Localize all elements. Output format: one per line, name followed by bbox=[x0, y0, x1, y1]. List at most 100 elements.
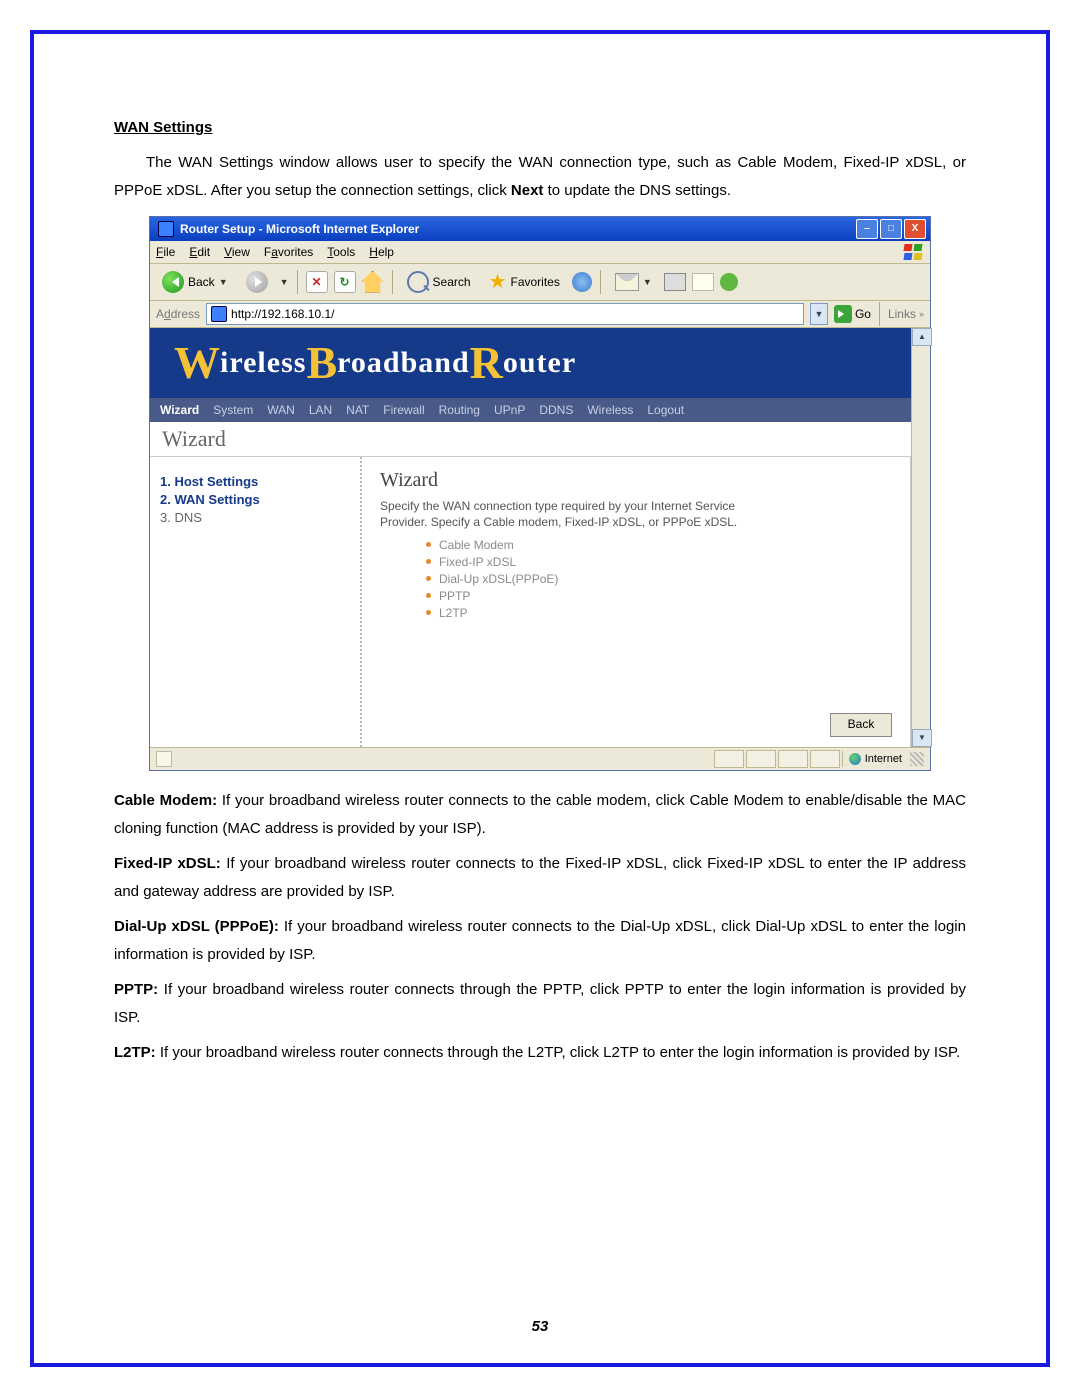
banner-w: W bbox=[174, 336, 220, 389]
intro-paragraph: The WAN Settings window allows user to s… bbox=[114, 149, 966, 206]
ie-icon bbox=[158, 221, 174, 237]
cable-modem-paragraph: Cable Modem: If your broadband wireless … bbox=[114, 787, 966, 844]
minimize-button[interactable]: – bbox=[856, 219, 878, 239]
address-input[interactable]: http://192.168.10.1/ bbox=[206, 303, 804, 325]
chevron-down-icon[interactable]: ▼ bbox=[280, 277, 289, 287]
wizard-steps: 1. Host Settings 2. WAN Settings 3. DNS bbox=[150, 457, 362, 747]
cable-modem-label: Cable Modem: bbox=[114, 792, 217, 809]
refresh-button[interactable]: ↻ bbox=[334, 271, 356, 293]
fixed-ip-label: Fixed-IP xDSL: bbox=[114, 855, 221, 872]
status-bar: Internet bbox=[150, 747, 930, 770]
opt-cable-modem[interactable]: Cable Modem bbox=[426, 538, 892, 552]
banner-b: B bbox=[306, 336, 337, 389]
maximize-button[interactable]: □ bbox=[880, 219, 902, 239]
scroll-down-icon[interactable]: ▼ bbox=[912, 729, 932, 747]
mail-button[interactable]: ▼ bbox=[609, 271, 658, 293]
go-icon bbox=[834, 305, 852, 323]
links-button[interactable]: Links » bbox=[888, 307, 924, 321]
forward-icon bbox=[246, 271, 268, 293]
nav-logout[interactable]: Logout bbox=[647, 403, 684, 417]
favorites-button[interactable]: ★ Favorites bbox=[483, 267, 566, 296]
menu-view[interactable]: View bbox=[224, 245, 250, 259]
messenger-icon[interactable] bbox=[720, 273, 738, 291]
resize-grip-icon[interactable] bbox=[910, 752, 924, 766]
bullet-icon bbox=[426, 593, 431, 598]
chevron-down-icon: ▼ bbox=[643, 277, 652, 287]
cable-modem-text: If your broadband wireless router connec… bbox=[114, 792, 966, 838]
router-nav: Wizard System WAN LAN NAT Firewall Routi… bbox=[150, 398, 911, 422]
l2tp-paragraph: L2TP: If your broadband wireless router … bbox=[114, 1039, 966, 1068]
links-label: Links bbox=[888, 307, 916, 321]
nav-wizard[interactable]: Wizard bbox=[160, 403, 199, 417]
bullet-icon bbox=[426, 576, 431, 581]
nav-upnp[interactable]: UPnP bbox=[494, 403, 525, 417]
opt-pptp[interactable]: PPTP bbox=[426, 589, 892, 603]
bullet-icon bbox=[426, 542, 431, 547]
status-internet-label: Internet bbox=[865, 753, 902, 765]
favorites-label: Favorites bbox=[511, 275, 560, 289]
nav-ddns[interactable]: DDNS bbox=[539, 403, 573, 417]
address-label: Address bbox=[156, 307, 200, 321]
step-dns[interactable]: 3. DNS bbox=[160, 510, 350, 525]
back-wizard-button[interactable]: Back bbox=[830, 713, 892, 737]
menu-tools[interactable]: Tools bbox=[327, 245, 355, 259]
opt-fixed-ip[interactable]: Fixed-IP xDSL bbox=[426, 555, 892, 569]
opt-l2tp[interactable]: L2TP bbox=[426, 606, 892, 620]
window-titlebar: Router Setup - Microsoft Internet Explor… bbox=[150, 217, 930, 241]
address-dropdown[interactable]: ▼ bbox=[810, 303, 828, 325]
banner-t3: outer bbox=[503, 346, 576, 380]
star-icon: ★ bbox=[489, 269, 507, 294]
forward-button[interactable] bbox=[240, 269, 274, 295]
menu-help[interactable]: Help bbox=[369, 245, 394, 259]
menubar: File Edit View Favorites Tools Help bbox=[150, 241, 930, 264]
page-icon bbox=[156, 751, 172, 767]
page-icon bbox=[211, 306, 227, 322]
nav-routing[interactable]: Routing bbox=[439, 403, 480, 417]
nav-lan[interactable]: LAN bbox=[309, 403, 332, 417]
ie-window: Router Setup - Microsoft Internet Explor… bbox=[149, 216, 931, 771]
nav-nat[interactable]: NAT bbox=[346, 403, 369, 417]
search-icon bbox=[407, 271, 429, 293]
nav-system[interactable]: System bbox=[213, 403, 253, 417]
opt-dialup-pppoe[interactable]: Dial-Up xDSL(PPPoE) bbox=[426, 572, 892, 586]
page-number: 53 bbox=[34, 1318, 1046, 1335]
step-host-settings[interactable]: 1. Host Settings bbox=[160, 474, 350, 489]
mail-icon bbox=[615, 273, 639, 291]
toolbar: Back ▼ ▼ ✕ ↻ Search ★ Favorites bbox=[150, 264, 930, 301]
stop-button[interactable]: ✕ bbox=[306, 271, 328, 293]
step-wan-settings[interactable]: 2. WAN Settings bbox=[160, 492, 350, 507]
intro-next: Next bbox=[511, 182, 544, 199]
intro-text-2: to update the DNS settings. bbox=[543, 182, 731, 199]
opt-label: Fixed-IP xDSL bbox=[439, 555, 516, 569]
menu-edit[interactable]: Edit bbox=[189, 245, 210, 259]
search-label: Search bbox=[433, 275, 471, 289]
edit-button[interactable] bbox=[692, 273, 714, 291]
vertical-scrollbar[interactable]: ▲ ▼ bbox=[911, 328, 930, 747]
scroll-up-icon[interactable]: ▲ bbox=[912, 328, 932, 346]
history-button[interactable] bbox=[572, 272, 592, 292]
print-button[interactable] bbox=[664, 273, 686, 291]
menu-favorites[interactable]: Favorites bbox=[264, 245, 313, 259]
banner-r: R bbox=[470, 336, 503, 389]
router-banner: Wireless Broadband Router bbox=[150, 328, 911, 398]
close-button[interactable]: X bbox=[904, 219, 926, 239]
globe-icon bbox=[849, 753, 861, 765]
back-button[interactable]: Back ▼ bbox=[156, 269, 234, 295]
home-button[interactable] bbox=[362, 271, 384, 293]
back-label: Back bbox=[188, 275, 215, 289]
back-icon bbox=[162, 271, 184, 293]
nav-wireless[interactable]: Wireless bbox=[587, 403, 633, 417]
status-internet: Internet bbox=[842, 751, 908, 767]
opt-label: PPTP bbox=[439, 589, 470, 603]
opt-label: Dial-Up xDSL(PPPoE) bbox=[439, 572, 558, 586]
address-bar: Address http://192.168.10.1/ ▼ Go Links … bbox=[150, 301, 930, 328]
opt-label: Cable Modem bbox=[439, 538, 514, 552]
nav-wan[interactable]: WAN bbox=[267, 403, 295, 417]
status-cells: Internet bbox=[714, 750, 924, 768]
section-title: WAN Settings bbox=[114, 119, 212, 136]
bullet-icon bbox=[426, 559, 431, 564]
go-button[interactable]: Go bbox=[834, 305, 871, 323]
nav-firewall[interactable]: Firewall bbox=[383, 403, 424, 417]
search-button[interactable]: Search bbox=[401, 269, 477, 295]
menu-file[interactable]: File bbox=[156, 245, 175, 259]
